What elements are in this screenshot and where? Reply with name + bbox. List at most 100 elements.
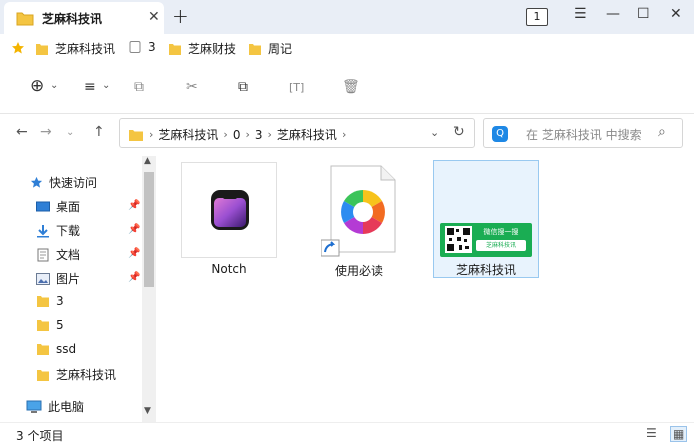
bookmark-item[interactable]: 芝麻科技讯: [35, 40, 115, 57]
back-icon[interactable]: ←: [16, 124, 28, 140]
tab-active[interactable]: 芝麻科技讯 ✕: [4, 2, 164, 34]
new-item-icon[interactable]: ⊕: [30, 76, 44, 96]
rename-icon[interactable]: [T]: [289, 81, 304, 94]
download-icon: [37, 224, 49, 237]
address-dropdown-icon[interactable]: ⌄: [430, 126, 439, 139]
folder-icon: [129, 129, 143, 141]
star-icon: [30, 176, 43, 188]
file-icon: [129, 41, 141, 53]
file-label: 芝麻科技讯: [455, 263, 516, 277]
star-icon[interactable]: [11, 41, 25, 55]
tab-count-badge[interactable]: 1: [526, 8, 548, 26]
sidebar-item-downloads[interactable]: 下载: [36, 222, 80, 239]
cut-icon[interactable]: ✂: [186, 79, 198, 95]
search-icon[interactable]: ⌕: [658, 124, 666, 140]
wechat-card-title: 微信搜一搜: [483, 228, 519, 236]
sidebar-item-folder-5[interactable]: 5: [36, 318, 64, 332]
navigation-pane: 快速访问 桌面 📌 下载 📌 文档 📌 图片 📌 3 5 ssd 芝麻科技讯 此…: [0, 154, 158, 422]
sidebar-item-label: 桌面: [56, 200, 81, 214]
sidebar-item-label: 快速访问: [49, 176, 98, 190]
folder-icon: [37, 296, 49, 307]
sidebar-item-folder-ssd[interactable]: ssd: [36, 342, 76, 356]
sidebar-item-desktop[interactable]: 桌面: [36, 198, 80, 215]
qr-code-icon: [445, 226, 472, 253]
bookmark-item[interactable]: 3: [128, 40, 156, 54]
sidebar-item-label: 下载: [56, 224, 81, 238]
view-menu-icon[interactable]: ≡: [84, 79, 96, 95]
close-tab-icon[interactable]: ✕: [148, 9, 160, 25]
command-toolbar: ⊕ ⌄ ≡ ⌄ ⧉ ✂ ⧉ [T] 🗑: [0, 62, 694, 114]
pin-icon: 📌: [128, 272, 141, 283]
folder-icon: [249, 43, 261, 55]
folder-icon: [36, 43, 48, 55]
breadcrumb-separator: ›: [223, 128, 228, 141]
breadcrumb-separator: ›: [245, 128, 250, 141]
status-bar: 3 个项目 ☰ ▦: [0, 422, 694, 446]
file-label: 使用必读: [334, 264, 383, 278]
sidebar-item-documents[interactable]: 文档: [36, 246, 80, 263]
scrollbar-thumb[interactable]: [144, 172, 154, 287]
menu-icon[interactable]: ☰: [574, 6, 587, 22]
document-icon: [37, 248, 49, 261]
breadcrumb-separator: ›: [267, 128, 272, 141]
large-icons-view-icon[interactable]: ▦: [670, 426, 688, 442]
search-engine-icon: Q: [492, 126, 508, 142]
file-item[interactable]: 使用必读: [310, 162, 408, 279]
folder-icon: [37, 344, 49, 355]
breadcrumb-item[interactable]: 芝麻科技讯: [158, 126, 218, 143]
sidebar-item-label: 芝麻科技讯: [56, 368, 117, 382]
forward-icon[interactable]: →: [40, 124, 52, 140]
scroll-up-icon[interactable]: ▲: [144, 156, 151, 166]
sidebar-item-folder-3[interactable]: 3: [36, 294, 64, 308]
chevron-down-icon[interactable]: ⌄: [50, 80, 58, 91]
wechat-card-subtitle: 芝麻科技讯: [476, 240, 526, 251]
breadcrumb-item[interactable]: 芝麻科技讯: [277, 126, 337, 143]
folder-icon: [37, 320, 49, 331]
file-item-selected[interactable]: 微信搜一搜 芝麻科技讯 芝麻科技讯: [433, 160, 539, 278]
tab-title: 芝麻科技讯: [42, 12, 103, 26]
file-item[interactable]: Notch: [180, 162, 278, 276]
folder-icon: [37, 369, 49, 381]
notch-app-icon: [211, 190, 249, 230]
copy-icon[interactable]: ⧉: [134, 79, 144, 95]
sidebar-item-this-pc[interactable]: 此电脑: [26, 398, 84, 415]
sidebar-item-label: 3: [56, 294, 64, 308]
desktop-icon: [36, 201, 50, 211]
copy-path-icon[interactable]: ⧉: [238, 79, 248, 95]
recent-locations-icon[interactable]: ⌄: [66, 127, 74, 138]
file-view: Notch 使用必读 微信搜一搜 芝麻科技讯 芝麻科技讯: [160, 154, 694, 422]
bookmarks-bar: 芝麻科技讯 3 芝麻财技 周记: [0, 34, 694, 62]
bookmark-label: 芝麻财技: [188, 42, 237, 56]
address-bar[interactable]: › 芝麻科技讯 › 0 › 3 › 芝麻科技讯 › ⌄ ↻: [119, 118, 475, 148]
chevron-down-icon[interactable]: ⌄: [102, 80, 110, 91]
breadcrumb-item[interactable]: 0: [233, 128, 241, 142]
bookmark-item[interactable]: 芝麻财技: [168, 40, 236, 57]
sidebar-item-label: 5: [56, 318, 64, 332]
scroll-down-icon[interactable]: ▼: [144, 406, 151, 416]
breadcrumb-separator: ›: [341, 128, 347, 141]
bookmark-item[interactable]: 周记: [248, 40, 292, 57]
search-box[interactable]: Q 在 芝麻科技讯 中搜索 ⌕: [483, 118, 683, 148]
new-tab-button[interactable]: +: [172, 4, 189, 28]
sidebar-item-label: 文档: [56, 248, 81, 262]
close-window-button[interactable]: ✕: [670, 6, 682, 22]
delete-icon[interactable]: 🗑: [342, 79, 360, 95]
maximize-button[interactable]: ☐: [637, 6, 650, 22]
refresh-icon[interactable]: ↻: [453, 124, 465, 140]
sidebar-item-label: ssd: [56, 342, 77, 356]
bookmark-label: 3: [148, 40, 156, 54]
sidebar-item-folder-zhima[interactable]: 芝麻科技讯: [36, 366, 116, 383]
breadcrumb-item[interactable]: 3: [255, 128, 263, 142]
item-count: 3 个项目: [16, 429, 64, 443]
details-view-icon[interactable]: ☰: [646, 426, 657, 440]
file-thumbnail: [181, 162, 277, 258]
sidebar-item-quick-access[interactable]: 快速访问: [30, 174, 97, 191]
sidebar-item-label: 此电脑: [48, 400, 85, 414]
minimize-button[interactable]: —: [606, 6, 620, 22]
address-row: ← → ⌄ ↑ › 芝麻科技讯 › 0 › 3 › 芝麻科技讯 › ⌄ ↻ Q …: [0, 114, 694, 154]
sidebar-item-pictures[interactable]: 图片: [36, 270, 80, 287]
bookmark-label: 周记: [268, 42, 293, 56]
folder-icon: [16, 12, 34, 26]
breadcrumb-separator: ›: [149, 128, 154, 141]
up-folder-icon[interactable]: ↑: [93, 124, 105, 140]
